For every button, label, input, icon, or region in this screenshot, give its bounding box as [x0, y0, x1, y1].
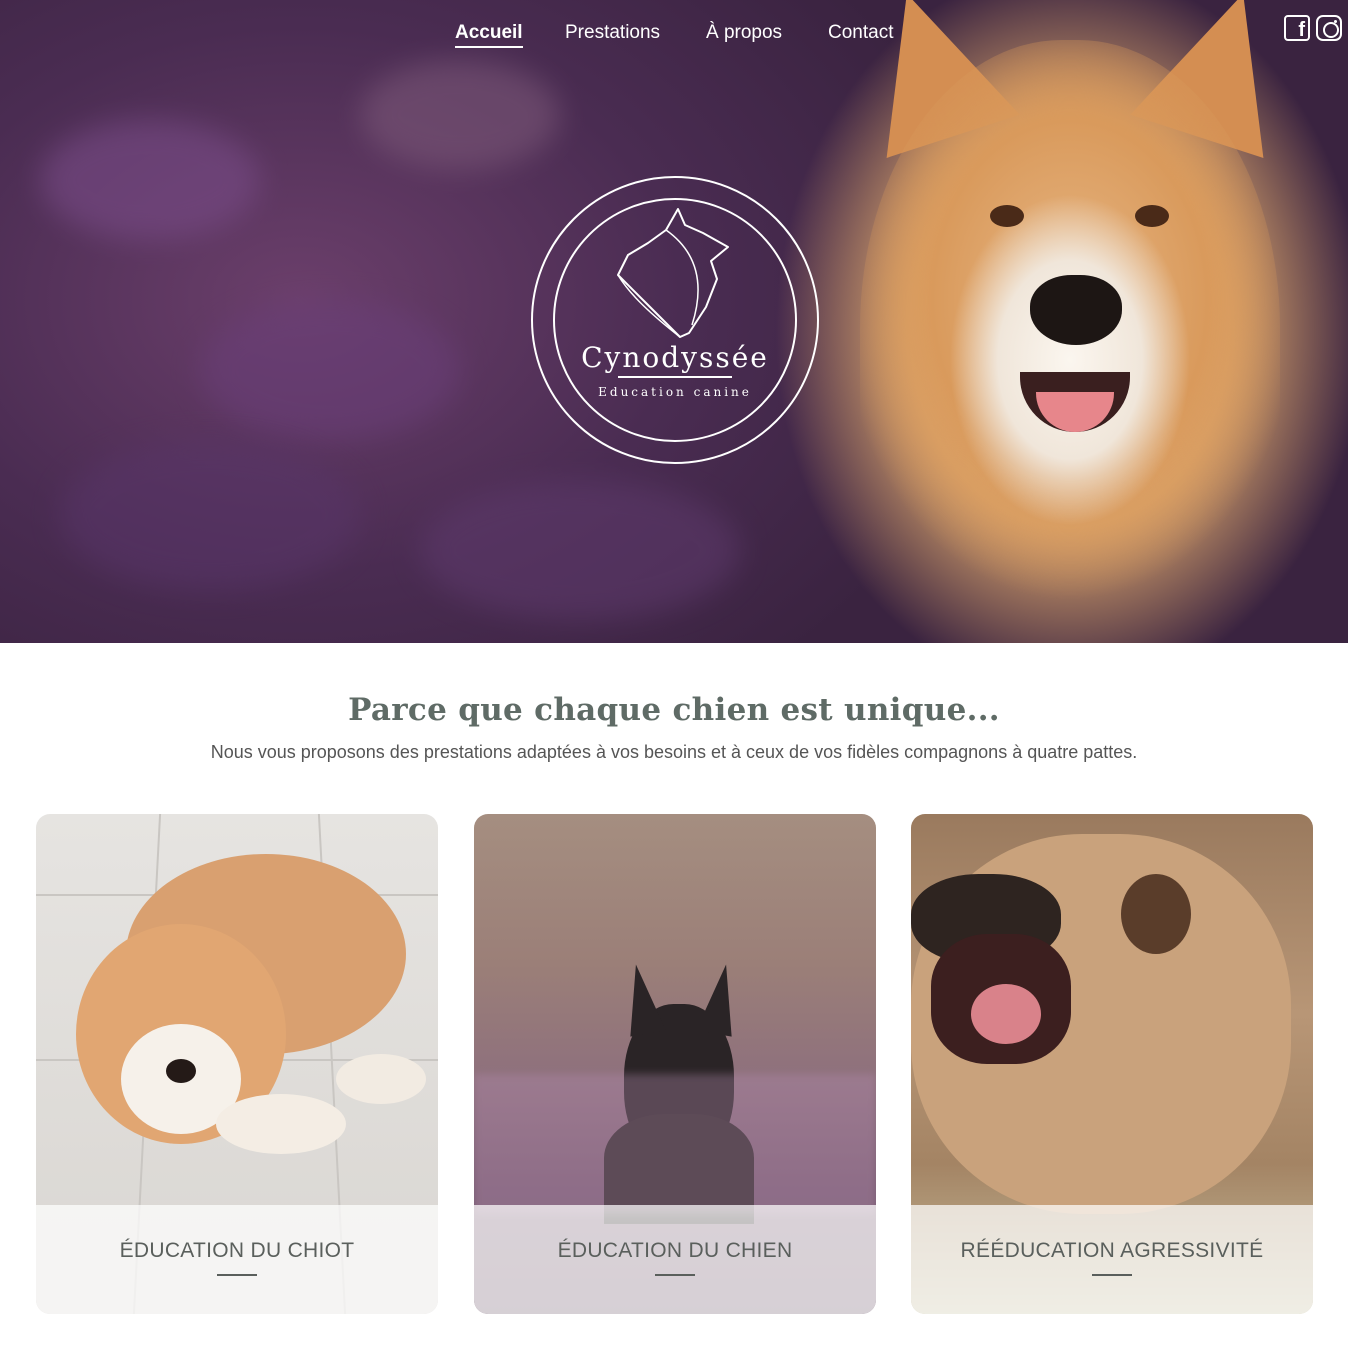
service-card-agressivite[interactable]: RÉÉDUCATION AGRESSIVITÉ — [911, 814, 1313, 1314]
card-title: ÉDUCATION DU CHIOT — [119, 1239, 355, 1262]
service-card-chiot[interactable]: ÉDUCATION DU CHIOT — [36, 814, 438, 1314]
nav-item-accueil[interactable]: Accueil — [455, 22, 523, 48]
card-title: RÉÉDUCATION AGRESSIVITÉ — [960, 1239, 1264, 1262]
instagram-icon[interactable] — [1316, 15, 1342, 41]
hero-banner: Cynodyssée Education canine — [0, 0, 1348, 643]
logo-wordmark: Cynodyssée — [581, 341, 769, 374]
dog-eye — [1135, 205, 1169, 227]
logo-tagline: Education canine — [598, 385, 752, 399]
nav-item-a-propos[interactable]: À propos — [706, 22, 782, 44]
lavender-blur — [360, 60, 560, 170]
logo-emblem — [531, 176, 819, 464]
main-nav: Accueil Prestations À propos Contact — [0, 22, 1348, 62]
nav-item-contact[interactable]: Contact — [828, 22, 893, 44]
nav-item-prestations[interactable]: Prestations — [565, 22, 660, 44]
brand-logo: Cynodyssée Education canine — [530, 175, 820, 465]
dog-eye — [990, 205, 1024, 227]
card-title-underline — [655, 1274, 695, 1276]
lavender-blur — [40, 120, 260, 240]
intro-description: Nous vous proposons des prestations adap… — [210, 742, 1138, 762]
dog-nose — [1030, 275, 1122, 345]
lavender-blur — [420, 480, 740, 620]
lavender-blur — [200, 300, 460, 440]
card-title: ÉDUCATION DU CHIEN — [557, 1239, 793, 1262]
card-title-underline — [217, 1274, 257, 1276]
intro-heading: Parce que chaque chien est unique... — [348, 692, 1000, 728]
facebook-icon[interactable] — [1284, 15, 1310, 42]
card-title-underline — [1092, 1274, 1132, 1276]
lavender-blur — [60, 440, 360, 590]
service-card-chien[interactable]: ÉDUCATION DU CHIEN — [474, 814, 876, 1314]
